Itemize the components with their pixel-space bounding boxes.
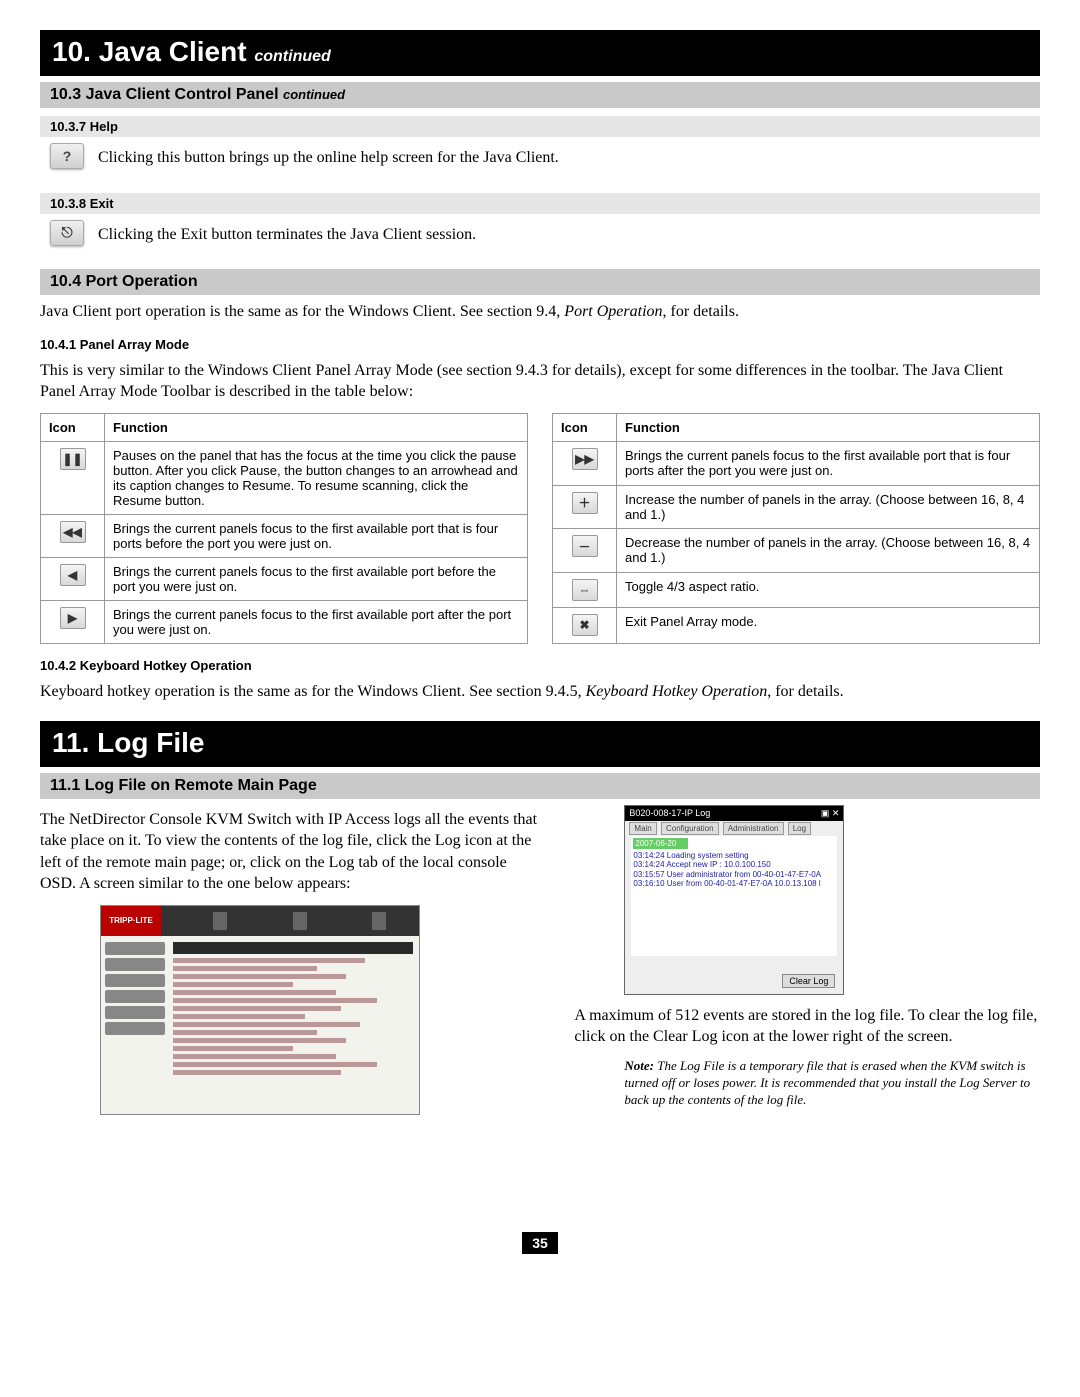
- func-text: Toggle 4/3 aspect ratio.: [617, 573, 1040, 608]
- aspect-icon: ⇔: [572, 579, 598, 601]
- osd-tab: Configuration: [661, 822, 719, 835]
- func-text: Brings the current panels focus to the f…: [105, 514, 528, 557]
- pause-icon: ❚❚: [60, 448, 86, 470]
- section-11-1-heading: 11.1 Log File on Remote Main Page: [40, 773, 1040, 799]
- osd-tab: Log: [788, 822, 811, 835]
- clear-log-button: Clear Log: [782, 974, 835, 988]
- panel-array-table-right: Icon Function ▶▶ Brings the current panel…: [552, 413, 1040, 644]
- brand-logo: TRIPP·LITE: [101, 906, 161, 936]
- table-row: ◀◀ Brings the current panels focus to the…: [41, 514, 528, 557]
- chapter-continued: continued: [254, 48, 330, 65]
- table-row: ✖ Exit Panel Array mode.: [553, 608, 1040, 644]
- osd-log-line: 03:15:57 User administrator from 00-40-0…: [633, 870, 835, 880]
- osd-log-line: 03:14:24 Accept new IP : 10.0.100.150: [633, 860, 835, 870]
- osd-window-controls: ▣ ✕: [821, 808, 840, 819]
- func-text: Exit Panel Array mode.: [617, 608, 1040, 644]
- func-text: Pauses on the panel that has the focus a…: [105, 441, 528, 514]
- table-row: ＋ Increase the number of panels in the ar…: [553, 485, 1040, 529]
- section-continued: continued: [283, 87, 345, 102]
- back4-icon: ◀◀: [60, 521, 86, 543]
- panel-array-table-left: Icon Function ❚❚ Pauses on the panel that…: [40, 413, 528, 644]
- osd-date: 2007-06-20: [633, 838, 688, 849]
- log-para-1: The NetDirector Console KVM Switch with …: [40, 809, 544, 895]
- sub-10-4-2-text: Keyboard hotkey operation is the same as…: [40, 681, 1040, 703]
- osd-tab: Main: [629, 822, 656, 835]
- section-10-3-heading: 10.3 Java Client Control Panel continued: [40, 82, 1040, 108]
- page-number: 35: [40, 1235, 1040, 1253]
- chapter-title: 10. Java Client: [52, 36, 247, 67]
- back1-icon: ◀: [60, 564, 86, 586]
- note-text: The Log File is a temporary file that is…: [624, 1058, 1030, 1107]
- note-label: Note:: [624, 1058, 654, 1073]
- th-icon: Icon: [41, 413, 105, 441]
- func-text: Increase the number of panels in the arr…: [617, 485, 1040, 529]
- th-function: Function: [105, 413, 528, 441]
- th-function: Function: [617, 413, 1040, 441]
- table-row: ❚❚ Pauses on the panel that has the focus…: [41, 441, 528, 514]
- minus-icon: －: [572, 535, 598, 557]
- table-row: ◀ Brings the current panels focus to the …: [41, 557, 528, 600]
- plus-icon: ＋: [572, 492, 598, 514]
- chapter-11-heading: 11. Log File: [40, 721, 1040, 767]
- exit-text: Clicking the Exit button terminates the …: [98, 224, 476, 246]
- table-row: － Decrease the number of panels in the ar…: [553, 529, 1040, 573]
- exit-icon: ⎋: [50, 220, 84, 246]
- table-row: ▶ Brings the current panels focus to the …: [41, 600, 528, 643]
- osd-title: B020-008-17-IP Log: [629, 808, 710, 819]
- help-text: Clicking this button brings up the onlin…: [98, 147, 559, 169]
- func-text: Decrease the number of panels in the arr…: [617, 529, 1040, 573]
- fwd1-icon: ▶: [60, 607, 86, 629]
- func-text: Brings the current panels focus to the f…: [617, 442, 1040, 486]
- th-icon: Icon: [553, 413, 617, 441]
- log-screenshot-main: TRIPP·LITE: [100, 905, 420, 1115]
- help-icon: ?: [50, 143, 84, 169]
- log-note: Note: The Log File is a temporary file t…: [624, 1058, 1040, 1109]
- chapter-10-heading: 10. Java Client continued: [40, 30, 1040, 76]
- sub-10-4-2-heading: 10.4.2 Keyboard Hotkey Operation: [40, 658, 1040, 673]
- sub-10-3-8-heading: 10.3.8 Exit: [40, 193, 1040, 214]
- func-text: Brings the current panels focus to the f…: [105, 557, 528, 600]
- close-icon: ✖: [572, 614, 598, 636]
- osd-tab: Administration: [723, 822, 784, 835]
- log-para-2: A maximum of 512 events are stored in th…: [574, 1005, 1040, 1048]
- sub-10-4-1-text: This is very similar to the Windows Clie…: [40, 360, 1040, 403]
- sub-10-3-7-heading: 10.3.7 Help: [40, 116, 1040, 137]
- table-row: ⇔ Toggle 4/3 aspect ratio.: [553, 573, 1040, 608]
- table-row: ▶▶ Brings the current panels focus to the…: [553, 442, 1040, 486]
- panel-array-tables: Icon Function ❚❚ Pauses on the panel that…: [40, 413, 1040, 644]
- section-title: 10.3 Java Client Control Panel: [50, 86, 279, 103]
- log-screenshot-osd: B020-008-17-IP Log ▣ ✕ Main Configuration…: [624, 805, 844, 995]
- fwd4-icon: ▶▶: [572, 448, 598, 470]
- func-text: Brings the current panels focus to the f…: [105, 600, 528, 643]
- sub-10-4-1-heading: 10.4.1 Panel Array Mode: [40, 337, 1040, 352]
- osd-tabs: Main Configuration Administration Log: [625, 821, 843, 836]
- section-10-4-heading: 10.4 Port Operation: [40, 269, 1040, 295]
- osd-log-line: 03:14:24 Loading system setting: [633, 851, 835, 861]
- section-10-4-text: Java Client port operation is the same a…: [40, 301, 1040, 323]
- osd-log-line: 03:16:10 User from 00-40-01-47-E7-0A 10.…: [633, 879, 835, 889]
